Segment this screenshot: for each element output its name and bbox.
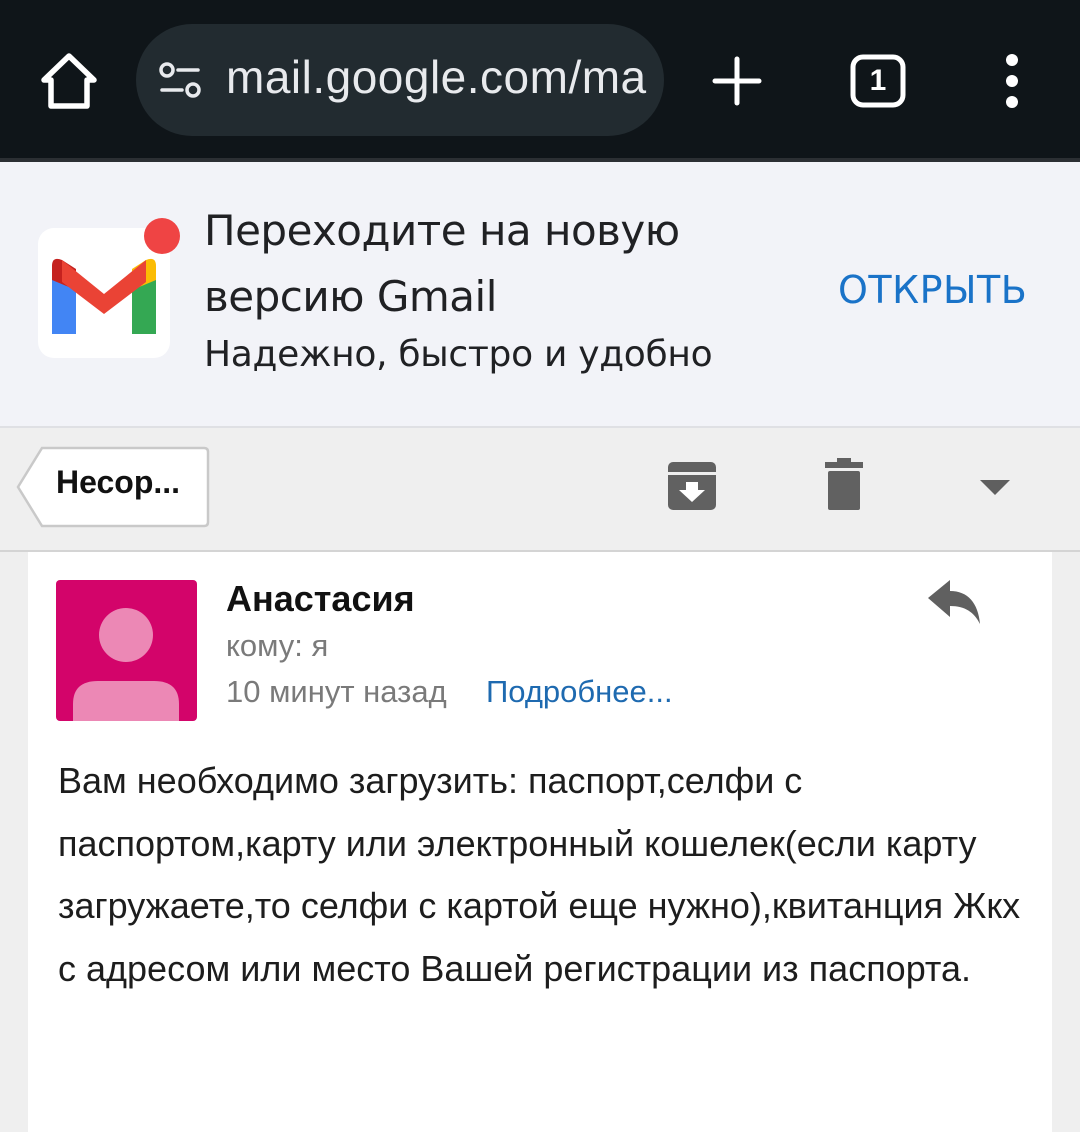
avatar <box>56 580 197 721</box>
dropdown-icon[interactable] <box>980 480 1010 496</box>
message-card: Анастасия кому: я 10 минут назад Подробн… <box>28 552 1052 1132</box>
back-button-label[interactable]: Несор... <box>56 464 180 501</box>
notification-badge <box>144 218 180 254</box>
promo-subtitle: Надежно, быстро и удобно <box>204 334 713 375</box>
person-icon <box>73 608 179 721</box>
delete-icon[interactable] <box>824 458 864 510</box>
home-icon[interactable] <box>38 50 100 112</box>
archive-icon[interactable] <box>666 460 718 512</box>
new-tab-icon[interactable] <box>712 56 762 106</box>
url-text[interactable]: mail.google.com/ma <box>226 50 647 104</box>
gmail-promo-banner: Переходите на новую версию Gmail Надежно… <box>0 162 1080 428</box>
more-vert-icon[interactable] <box>992 52 1032 110</box>
address-bar[interactable]: mail.google.com/ma <box>136 24 664 136</box>
details-link[interactable]: Подробнее... <box>486 674 673 710</box>
site-settings-icon[interactable] <box>158 62 204 98</box>
open-button[interactable]: ОТКРЫТЬ <box>838 268 1027 312</box>
promo-title: Переходите на новую версию Gmail <box>204 206 680 321</box>
sender-name: Анастасия <box>226 578 415 619</box>
tab-count[interactable]: 1 <box>850 54 906 108</box>
gmail-logo-icon <box>52 258 156 334</box>
message-body: Вам необходимо загрузить: паспорт,селфи … <box>58 760 1021 989</box>
message-time: 10 минут назад <box>226 674 447 709</box>
reply-icon[interactable] <box>924 580 982 626</box>
recipient-line: кому: я <box>226 628 329 663</box>
browser-toolbar: mail.google.com/ma 1 <box>0 0 1080 158</box>
message-action-bar: Несор... <box>0 428 1080 552</box>
